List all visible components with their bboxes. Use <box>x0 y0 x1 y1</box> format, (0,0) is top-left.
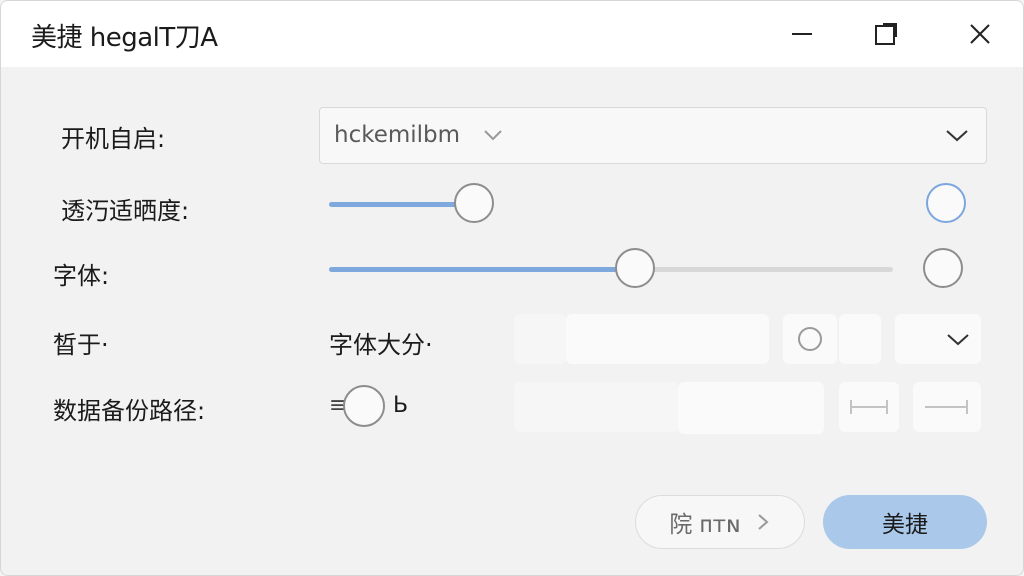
chevron-down-icon <box>947 334 969 346</box>
font-size-extra-box[interactable] <box>839 314 881 364</box>
backup-path-input[interactable] <box>678 382 824 434</box>
backup-path-action-1[interactable] <box>839 382 899 432</box>
chevron-down-icon <box>946 130 968 142</box>
font-size-dropdown[interactable] <box>895 314 981 364</box>
backup-path-prefix <box>514 382 678 432</box>
title-bar: 美捷 hegalT刀A <box>1 1 1023 67</box>
transparency-slider-thumb[interactable] <box>454 183 494 223</box>
toggle-suffix: Ь <box>393 393 409 418</box>
autostart-label: 开机自启: <box>61 125 166 153</box>
transparency-label: 透汅适晒度: <box>61 197 190 225</box>
font-size-option-button[interactable] <box>783 314 837 364</box>
font-size-label: 字体大分· <box>329 331 433 359</box>
autostart-dropdown[interactable]: hckemilbm <box>319 107 987 164</box>
secondary-button-label: 院 ᴨᴛɴ <box>669 512 741 538</box>
chevron-right-icon <box>757 514 769 530</box>
transparency-slider-fill <box>329 202 469 207</box>
backup-path-label: 数据备份路径: <box>53 397 206 425</box>
chevron-down-icon <box>484 130 502 141</box>
settings-window: 美捷 hegalT刀A 开机自启: hckemilbm 透汅适晒度: 字体: 晳… <box>0 0 1024 576</box>
maximize-button[interactable] <box>863 11 909 57</box>
close-icon <box>970 24 990 44</box>
window-title: 美捷 hegalT刀A <box>31 23 218 53</box>
close-button[interactable] <box>957 11 1003 57</box>
font-size-input[interactable] <box>566 314 769 364</box>
font-slider-fill <box>329 267 629 272</box>
circle-icon <box>798 327 822 351</box>
autostart-value: hckemilbm <box>334 122 461 148</box>
minimize-icon <box>792 33 812 35</box>
confirm-button-label: 美捷 <box>882 512 928 538</box>
backup-path-action-2[interactable] <box>913 382 981 432</box>
font-slider-thumb[interactable] <box>615 248 655 288</box>
maximize-icon <box>875 23 897 45</box>
transparency-end-knob[interactable] <box>926 183 966 223</box>
font-end-knob[interactable] <box>923 248 963 288</box>
range-icon <box>925 400 968 414</box>
minimize-button[interactable] <box>779 11 825 57</box>
font-label: 字体: <box>53 262 110 290</box>
sub-label: 晳于· <box>53 331 109 359</box>
backup-toggle[interactable] <box>343 385 385 427</box>
range-icon <box>850 400 888 414</box>
font-size-prefix-box <box>514 314 566 364</box>
confirm-button[interactable]: 美捷 <box>823 495 987 549</box>
secondary-button[interactable]: 院 ᴨᴛɴ <box>635 495 805 549</box>
